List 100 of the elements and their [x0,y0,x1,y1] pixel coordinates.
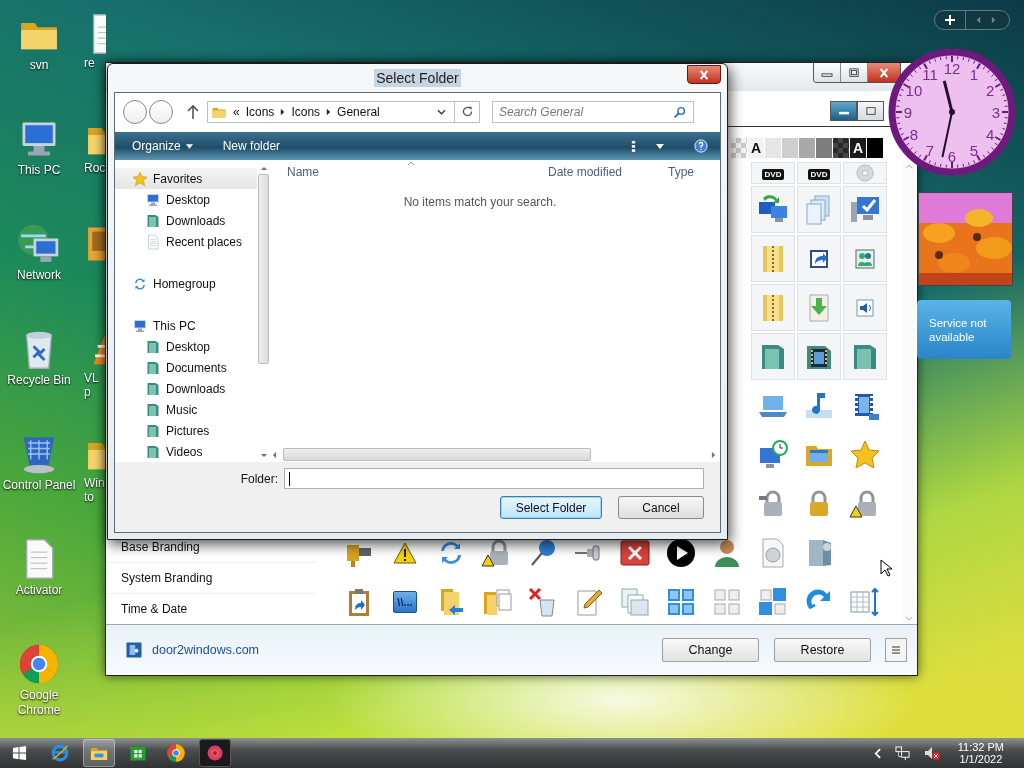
desktop-icon-label[interactable]: Network [17,268,61,283]
network-icon[interactable] [894,745,910,761]
minimize-button[interactable] [830,101,857,121]
nav-item[interactable]: Homegroup [115,273,257,294]
scroll-left-icon[interactable] [272,450,277,459]
library-icon [145,380,161,397]
color-swatch[interactable] [765,138,782,158]
volume-muted-icon[interactable] [923,745,940,761]
icon-tile[interactable] [751,333,795,380]
previous-icon[interactable] [976,16,981,24]
maximize-button[interactable] [857,101,884,121]
color-swatch[interactable]: A [850,138,867,158]
up-arrow-icon[interactable] [187,103,199,120]
scroll-down-icon[interactable] [259,453,268,458]
menu-button[interactable] [885,638,907,662]
desktop-icon-label[interactable]: svn [29,58,49,73]
new-folder-button[interactable]: New folder [222,139,281,153]
maximize-button[interactable] [841,63,868,82]
nav-item[interactable]: Videos [115,441,257,462]
icon-tile[interactable] [797,333,841,380]
footer-button[interactable]: Change [662,638,759,662]
view-icon[interactable] [631,140,636,152]
start-icon[interactable] [12,745,27,761]
organize-menu[interactable]: Organize [132,139,181,153]
icon-tile[interactable] [843,284,887,331]
breadcrumb-item[interactable]: « [233,104,240,119]
help-icon[interactable] [694,139,708,153]
color-swatch[interactable] [833,138,850,158]
nav-item[interactable]: Desktop [115,336,257,357]
forward-button[interactable] [149,99,173,124]
nav-item[interactable]: Music [115,399,257,420]
icon-tile[interactable] [751,235,795,282]
close-button[interactable] [868,63,900,82]
icon-tile[interactable] [843,235,887,282]
back-button[interactable] [123,99,147,124]
breadcrumb-item[interactable]: Icons [245,104,275,119]
nav-item[interactable]: Favorites [115,168,257,189]
nav-item[interactable]: Desktop [115,189,257,210]
search-field[interactable]: Search General [492,100,694,123]
scroll-right-icon[interactable] [711,450,716,459]
icon-tile[interactable] [843,162,887,184]
caret-icon[interactable] [656,143,664,149]
network-path-icon[interactable]: \\... [393,590,417,613]
icon-tile[interactable] [797,235,841,282]
icon-tile[interactable] [797,284,841,331]
clock-computer-icon[interactable] [757,438,789,471]
partial-tiles-icon[interactable] [757,585,789,618]
search-icon[interactable] [673,105,686,119]
column-header[interactable]: Date modified [548,165,623,179]
table-resize-icon[interactable] [849,585,881,618]
icon-tile[interactable] [843,186,887,233]
icon-tile[interactable]: DVD [751,162,795,184]
chevron-icon[interactable] [873,747,881,759]
folder-field[interactable] [284,468,704,489]
taskbar-app[interactable] [199,739,231,767]
next-icon[interactable] [991,16,996,24]
icon-tile[interactable] [797,186,841,233]
icon-tile[interactable]: DVD [797,162,841,184]
color-swatch[interactable]: A [748,138,765,158]
color-swatch[interactable] [816,138,833,158]
nav-item[interactable]: Downloads [115,210,257,231]
color-swatch[interactable] [799,138,816,158]
footer-button[interactable]: Restore [774,638,871,662]
column-header[interactable]: Type [668,165,694,179]
color-swatch[interactable] [782,138,799,158]
website-link[interactable]: door2windows.com [152,643,259,657]
icon-tile[interactable] [843,333,887,380]
column-header[interactable]: Name [287,165,319,179]
color-swatch[interactable] [867,138,884,158]
nav-item[interactable]: Pictures [115,420,257,441]
breadcrumb-item[interactable]: Icons [291,104,321,119]
minimize-button[interactable] [814,63,841,82]
sidebar-item[interactable]: System Branding [106,562,316,593]
dropdown-icon[interactable] [437,108,446,115]
breadcrumb-item[interactable]: General [337,104,380,119]
nav-item[interactable]: Documents [115,357,257,378]
desktop-icon-label[interactable]: Roc [84,161,106,175]
nav-item[interactable]: This PC [115,315,257,336]
color-swatch[interactable] [731,138,748,158]
desktop-icon-label[interactable]: re [84,56,95,70]
dialog-button[interactable]: Cancel [618,496,704,519]
scrollbar[interactable] [272,447,716,462]
address-bar[interactable]: « Icons Icons General [207,100,480,123]
plus-icon[interactable] [945,15,955,25]
nav-item[interactable]: Downloads [115,378,257,399]
scroll-up-icon[interactable] [259,166,268,171]
nav-item[interactable]: Recent places [115,231,257,252]
desktop-icon-label[interactable]: This PC [17,163,61,178]
icon-tile[interactable] [751,284,795,331]
clock-date[interactable]: 1/1/2022 [959,753,1003,765]
desktop-icon-label[interactable]: Recycle Bin [7,373,71,388]
close-button[interactable] [687,65,721,84]
chrome-icon[interactable] [17,642,61,686]
icon-tile[interactable] [751,186,795,233]
desktop-icon-label[interactable]: p [84,385,91,399]
dialog-button[interactable]: Select Folder [500,496,602,519]
clock-gadget[interactable]: 11 12 1 10 2 9 3 8 4 7 6 5 [887,47,1017,177]
star-icon[interactable] [849,438,881,471]
desktop-icon-label[interactable]: VL [84,371,99,385]
clock-time[interactable]: 11:32 PM [957,741,1004,753]
